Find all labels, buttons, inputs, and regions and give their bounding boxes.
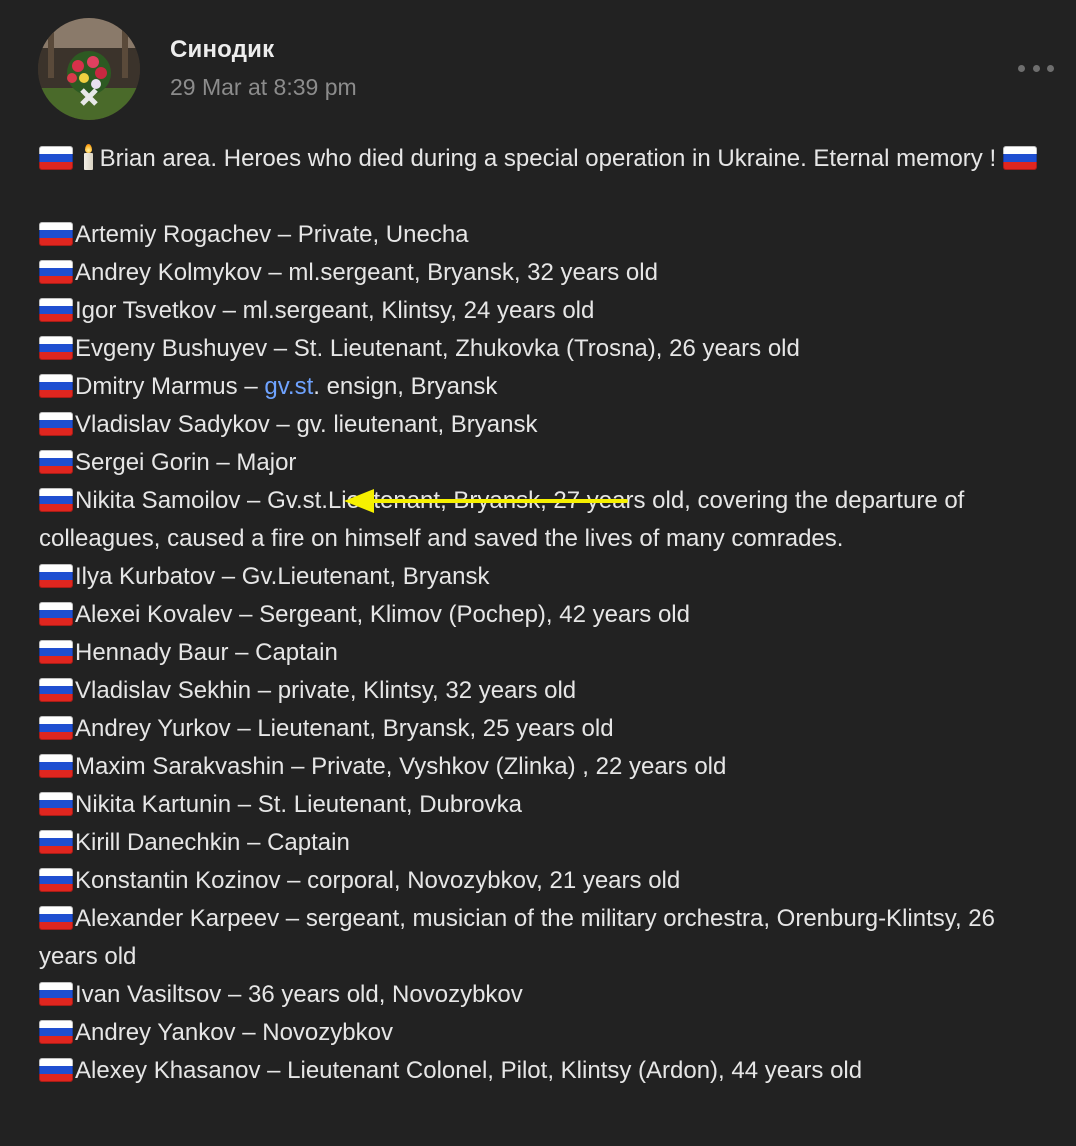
- list-item: Vladislav Sadykov – gv. lieutenant, Brya…: [39, 406, 1059, 444]
- entry-text: Alexey Khasanov – Lieutenant Colonel, Pi…: [75, 1057, 863, 1084]
- entry-text: Alexander Karpeev – sergeant, musician o…: [39, 905, 995, 970]
- russian-flag-icon: [39, 412, 73, 436]
- list-item: Andrey Yankov – Novozybkov: [39, 1014, 1059, 1052]
- entry-text: Vladislav Sadykov – gv. lieutenant, Brya…: [75, 411, 538, 438]
- russian-flag-icon: [39, 754, 73, 778]
- russian-flag-icon: [39, 1058, 73, 1082]
- author-name[interactable]: Синодик: [170, 36, 274, 64]
- russian-flag-icon: [39, 1020, 73, 1044]
- post-card: Синодик 29 Mar at 8:39 pm Brian area. He…: [0, 0, 1076, 1146]
- entry-text: Konstantin Kozinov – corporal, Novozybko…: [75, 867, 681, 894]
- list-item: Artemiy Rogachev – Private, Unecha: [39, 216, 1059, 254]
- russian-flag-icon: [39, 374, 73, 398]
- russian-flag-icon: [39, 336, 73, 360]
- entry-text: Vladislav Sekhin – private, Klintsy, 32 …: [75, 677, 577, 704]
- entry-text: Evgeny Bushuyev – St. Lieutenant, Zhukov…: [75, 335, 800, 362]
- rank-link[interactable]: gv.st: [264, 373, 313, 400]
- russian-flag-icon: [39, 564, 73, 588]
- russian-flag-icon: [39, 868, 73, 892]
- entry-text: Sergei Gorin – Major: [75, 449, 297, 476]
- russian-flag-icon: [39, 260, 73, 284]
- candle-icon: [82, 144, 94, 170]
- list-item: Evgeny Bushuyev – St. Lieutenant, Zhukov…: [39, 330, 1059, 368]
- list-item-highlighted: Sergei Gorin – Major: [39, 444, 1059, 482]
- russian-flag-icon: [39, 146, 73, 170]
- list-item: Dmitry Marmus – gv.st. ensign, Bryansk: [39, 368, 1059, 406]
- list-item: Alexander Karpeev – sergeant, musician o…: [39, 900, 1059, 976]
- list-item: Andrey Yurkov – Lieutenant, Bryansk, 25 …: [39, 710, 1059, 748]
- more-horizontal-icon: [1047, 64, 1054, 72]
- entry-text: Artemiy Rogachev – Private, Unecha: [75, 221, 469, 248]
- post-timestamp[interactable]: 29 Mar at 8:39 pm: [170, 74, 357, 101]
- post-intro: Brian area. Heroes who died during a spe…: [39, 140, 1059, 178]
- russian-flag-icon: [39, 982, 73, 1006]
- entry-text: Nikita Kartunin – St. Lieutenant, Dubrov…: [75, 791, 522, 818]
- entry-text: Andrey Kolmykov – ml.sergeant, Bryansk, …: [75, 259, 658, 286]
- list-item: Maxim Sarakvashin – Private, Vyshkov (Zl…: [39, 748, 1059, 786]
- russian-flag-icon: [39, 602, 73, 626]
- list-item: Konstantin Kozinov – corporal, Novozybko…: [39, 862, 1059, 900]
- russian-flag-icon: [39, 488, 73, 512]
- entry-text-before: Dmitry Marmus –: [75, 373, 265, 400]
- list-item: Vladislav Sekhin – private, Klintsy, 32 …: [39, 672, 1059, 710]
- avatar[interactable]: [38, 18, 140, 120]
- russian-flag-icon: [1002, 146, 1037, 170]
- list-item: Igor Tsvetkov – ml.sergeant, Klintsy, 24…: [39, 292, 1059, 330]
- more-horizontal-icon: [1032, 64, 1040, 72]
- entry-text-after: . ensign, Bryansk: [313, 373, 498, 400]
- yellow-arrow-icon: [344, 489, 628, 513]
- more-horizontal-icon: [1018, 64, 1025, 72]
- list-item: Ilya Kurbatov – Gv.Lieutenant, Bryansk: [39, 558, 1059, 596]
- list-item: Andrey Kolmykov – ml.sergeant, Bryansk, …: [39, 254, 1059, 292]
- russian-flag-icon: [39, 792, 73, 816]
- list-item: Alexey Khasanov – Lieutenant Colonel, Pi…: [39, 1052, 1059, 1090]
- entry-text: Maxim Sarakvashin – Private, Vyshkov (Zl…: [75, 753, 727, 780]
- russian-flag-icon: [39, 678, 73, 702]
- entry-text: Ivan Vasiltsov – 36 years old, Novozybko…: [75, 981, 523, 1008]
- memorial-photo-icon: [38, 18, 140, 120]
- russian-flag-icon: [39, 716, 73, 740]
- list-item: Ivan Vasiltsov – 36 years old, Novozybko…: [39, 976, 1059, 1014]
- entry-text: Andrey Yurkov – Lieutenant, Bryansk, 25 …: [75, 715, 614, 742]
- entry-text: Igor Tsvetkov – ml.sergeant, Klintsy, 24…: [75, 297, 595, 324]
- russian-flag-icon: [39, 906, 73, 930]
- list-item: Hennady Baur – Captain: [39, 634, 1059, 672]
- entry-text: Kirill Danechkin – Captain: [75, 829, 350, 856]
- russian-flag-icon: [39, 830, 73, 854]
- list-item: Kirill Danechkin – Captain: [39, 824, 1059, 862]
- entry-text: Hennady Baur – Captain: [75, 639, 338, 666]
- russian-flag-icon: [39, 450, 73, 474]
- russian-flag-icon: [39, 640, 73, 664]
- more-options-button[interactable]: [1018, 58, 1054, 78]
- post-body: Brian area. Heroes who died during a spe…: [39, 140, 1059, 1090]
- entry-text: Andrey Yankov – Novozybkov: [75, 1019, 393, 1046]
- intro-text: Brian area. Heroes who died during a spe…: [99, 145, 997, 172]
- list-item: Nikita Kartunin – St. Lieutenant, Dubrov…: [39, 786, 1059, 824]
- entry-text: Alexei Kovalev – Sergeant, Klimov (Poche…: [75, 601, 690, 628]
- list-item: Alexei Kovalev – Sergeant, Klimov (Poche…: [39, 596, 1059, 634]
- entry-text: Ilya Kurbatov – Gv.Lieutenant, Bryansk: [75, 563, 490, 590]
- russian-flag-icon: [39, 298, 73, 322]
- russian-flag-icon: [39, 222, 73, 246]
